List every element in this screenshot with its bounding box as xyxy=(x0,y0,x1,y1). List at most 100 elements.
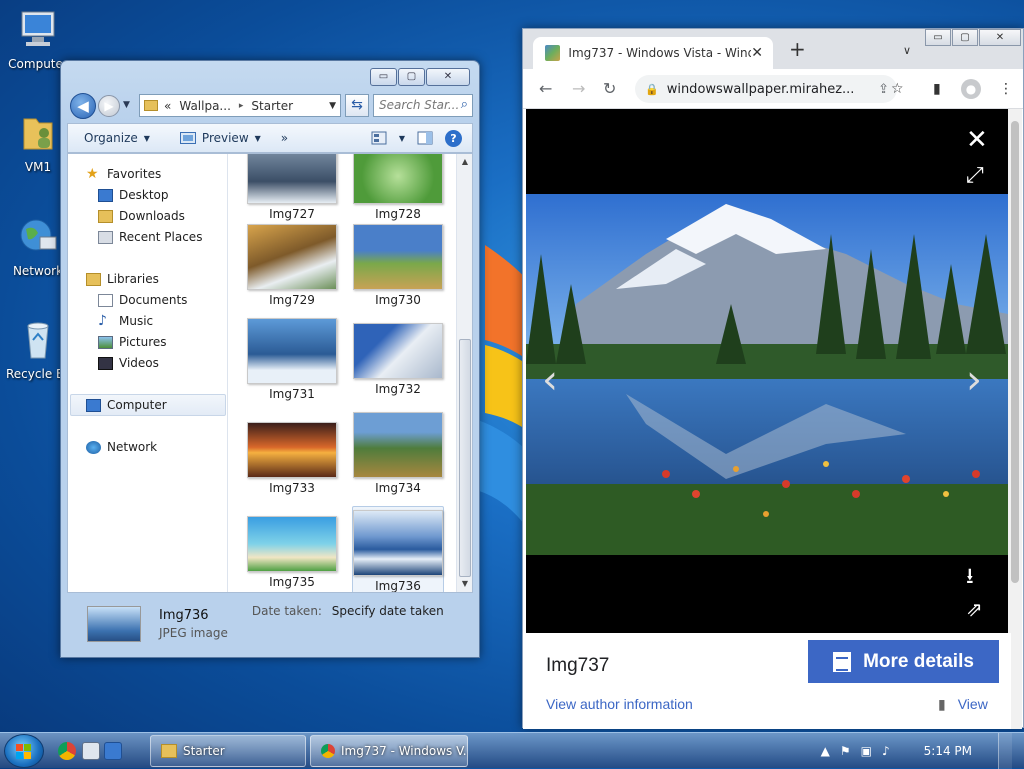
close-viewer-icon[interactable]: ✕ xyxy=(966,125,988,155)
thumbnail-img735[interactable]: Img735 xyxy=(246,516,338,589)
view-options-icon[interactable] xyxy=(371,131,387,145)
explorer-nav-row: ◀ ▶ ▼ « Wallpa... ▸ Starter ▼ ⇆ Search S… xyxy=(67,92,473,120)
chevron-down-icon[interactable]: ▼ xyxy=(329,101,336,111)
open-in-new-icon[interactable]: ⤢ xyxy=(966,163,984,188)
thumbnail-img729[interactable]: Img729 xyxy=(246,224,338,307)
show-desktop-button[interactable] xyxy=(998,733,1012,769)
nav-item-documents[interactable]: Documents xyxy=(98,293,187,307)
thumbnail-grid: Img727 Img728 Img729 Img730 Img731 Img73… xyxy=(230,154,458,592)
view-link[interactable]: ▮ View xyxy=(938,696,988,713)
browser-window-controls: ▭ ▢ ✕ xyxy=(925,29,1021,46)
preview-button[interactable]: Preview ▼ xyxy=(179,131,261,145)
nav-item-desktop[interactable]: Desktop xyxy=(98,188,169,202)
preview-image[interactable] xyxy=(526,194,1008,555)
organize-button[interactable]: Organize ▼ xyxy=(84,131,150,145)
thumbnail-img728[interactable]: Img728 xyxy=(352,154,444,221)
back-arrow-icon[interactable]: ← xyxy=(539,79,552,98)
share-icon[interactable]: ⇪ xyxy=(878,82,889,97)
thumbnail-img730[interactable]: Img730 xyxy=(352,224,444,307)
thumbnail-image xyxy=(353,154,443,204)
url-bar[interactable]: 🔒 windowswallpaper.mirahez... ⇪ xyxy=(635,75,897,103)
refresh-button[interactable]: ⇆ xyxy=(345,94,369,117)
computer-icon xyxy=(86,398,101,412)
explorer-window[interactable]: ▭ ▢ ✕ ◀ ▶ ▼ « Wallpa... ▸ Starter ▼ ⇆ Se… xyxy=(60,60,480,658)
forward-button[interactable]: ▶ xyxy=(98,95,120,117)
nav-item-libraries[interactable]: Libraries xyxy=(86,272,159,286)
minimize-button[interactable]: ▭ xyxy=(925,29,951,46)
maximize-button[interactable]: ▢ xyxy=(952,29,978,46)
chrome-quicklaunch-icon[interactable] xyxy=(58,742,76,760)
browser-menu-icon[interactable]: ⋮ xyxy=(999,81,1013,97)
search-input[interactable]: Search Star... ⌕ xyxy=(373,94,473,117)
date-taken-value[interactable]: Specify date taken xyxy=(332,604,444,618)
forward-arrow-icon[interactable]: → xyxy=(572,79,585,98)
favicon-icon xyxy=(545,45,561,61)
recent-pages-dropdown[interactable]: ▼ xyxy=(123,100,130,110)
address-segment-wallpapers[interactable]: Wallpa... xyxy=(179,99,231,113)
vertical-scrollbar[interactable]: ▲ ▼ xyxy=(456,154,472,592)
address-bar[interactable]: « Wallpa... ▸ Starter ▼ xyxy=(139,94,341,117)
taskbar-button-explorer[interactable]: Starter xyxy=(150,735,306,767)
help-icon[interactable]: ? xyxy=(445,129,462,147)
next-image-chevron-icon[interactable]: › xyxy=(966,357,982,403)
bookmark-star-icon[interactable]: ☆ xyxy=(891,81,904,97)
toolbar-overflow-button[interactable]: » xyxy=(281,131,288,145)
thumbnail-img733[interactable]: Img733 xyxy=(246,422,338,495)
maximize-button[interactable]: ▢ xyxy=(398,68,425,86)
nav-item-favorites[interactable]: ★ Favorites xyxy=(86,167,161,182)
navigation-pane: ★ Favorites Desktop Downloads Recent Pla… xyxy=(68,154,228,592)
search-icon[interactable]: ⌕ xyxy=(461,97,468,112)
thumbnail-image xyxy=(247,516,337,572)
tab-search-chevron-icon[interactable]: ∨ xyxy=(903,44,911,57)
chrome-icon xyxy=(321,744,335,758)
scrollbar-thumb[interactable] xyxy=(459,339,471,577)
address-segment-starter[interactable]: Starter xyxy=(251,99,293,113)
network-status-icon[interactable]: ▣ xyxy=(861,744,872,758)
close-tab-icon[interactable]: ✕ xyxy=(751,45,763,61)
thumbnail-img727[interactable]: Img727 xyxy=(246,154,338,221)
new-tab-button[interactable]: + xyxy=(789,39,806,59)
preview-pane-icon[interactable] xyxy=(417,131,433,145)
start-button[interactable] xyxy=(4,734,44,768)
minimize-button[interactable]: ▭ xyxy=(370,68,397,86)
scroll-up-arrow[interactable]: ▲ xyxy=(457,154,473,170)
nav-item-music[interactable]: ♪ Music xyxy=(98,314,153,329)
side-panel-icon[interactable]: ▮ xyxy=(933,81,941,97)
computer-quicklaunch-icon[interactable] xyxy=(82,742,100,760)
address-separator[interactable]: ▸ xyxy=(239,101,244,111)
view-author-link[interactable]: View author information xyxy=(546,696,693,712)
download-icon[interactable]: ⭳ xyxy=(966,559,974,597)
nav-item-videos[interactable]: Videos xyxy=(98,356,159,370)
nav-item-network[interactable]: Network xyxy=(86,440,157,454)
show-hidden-icons-chevron-icon[interactable]: ▲ xyxy=(821,744,830,758)
nav-item-computer[interactable]: Computer xyxy=(86,398,167,412)
close-button[interactable]: ✕ xyxy=(426,68,470,86)
thumbnail-img734[interactable]: Img734 xyxy=(352,412,444,495)
thumbnail-img736[interactable]: Img736 xyxy=(352,506,444,592)
volume-muted-icon[interactable]: ♪ xyxy=(882,744,890,758)
back-button[interactable]: ◀ xyxy=(70,93,96,119)
clock[interactable]: 5:14 PM xyxy=(924,744,972,758)
thumbnail-img732[interactable]: Img732 xyxy=(352,318,444,396)
taskbar-button-chrome[interactable]: Img737 - Windows V... xyxy=(310,735,468,767)
reload-icon[interactable]: ↻ xyxy=(603,79,616,98)
view-options-dropdown[interactable]: ▼ xyxy=(399,134,405,143)
scroll-down-arrow[interactable]: ▼ xyxy=(457,576,473,592)
nav-item-recent-places[interactable]: Recent Places xyxy=(98,230,202,244)
page-scrollbar-thumb[interactable] xyxy=(1011,121,1019,583)
show-desktop-quicklaunch-icon[interactable] xyxy=(104,742,122,760)
thumbnail-image xyxy=(247,318,337,384)
close-button[interactable]: ✕ xyxy=(979,29,1021,46)
folder-icon xyxy=(161,744,177,758)
nav-item-pictures[interactable]: Pictures xyxy=(98,335,167,349)
address-overflow[interactable]: « xyxy=(164,99,171,113)
more-details-button[interactable]: More details xyxy=(808,640,999,683)
profile-avatar-icon[interactable]: ● xyxy=(961,79,981,99)
browser-tab[interactable]: Img737 - Windows Vista - Windo ✕ xyxy=(533,37,773,69)
browser-window[interactable]: Img737 - Windows Vista - Windo ✕ + ∨ ▭ ▢… xyxy=(522,28,1024,729)
nav-item-downloads[interactable]: Downloads xyxy=(98,209,185,223)
share-icon[interactable]: ⇗ xyxy=(966,597,983,621)
previous-image-chevron-icon[interactable]: ‹ xyxy=(542,357,558,403)
action-center-flag-icon[interactable]: ⚑ xyxy=(840,744,851,758)
thumbnail-img731[interactable]: Img731 xyxy=(246,318,338,401)
